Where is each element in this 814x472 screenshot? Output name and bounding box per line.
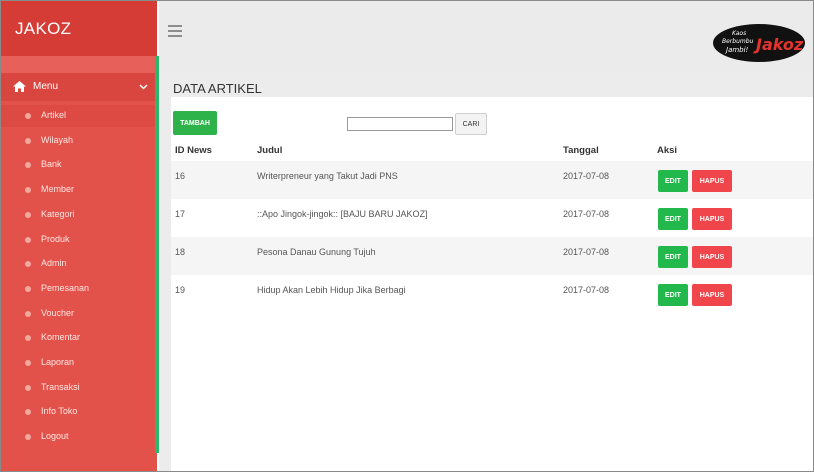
circle-icon (25, 360, 31, 366)
app-window: JAKOZ Menu Artikel Wilayah Bank Member Kateg… (0, 0, 814, 472)
delete-button[interactable]: HAPUS (692, 170, 732, 192)
home-icon (13, 81, 26, 92)
sidebar-item-label: Laporan (41, 357, 75, 367)
svg-text:Kaos: Kaos (732, 30, 746, 37)
sidebar-item-wilayah[interactable]: Wilayah (1, 130, 157, 152)
column-header-tanggal: Tanggal (563, 145, 599, 156)
main-content: DATA ARTIKEL TAMBAH CARI ID News Judul T… (159, 73, 813, 471)
sidebar-item-label: Logout (41, 431, 69, 442)
cell-tanggal: 2017-07-08 (563, 209, 610, 219)
sidebar-item-bank[interactable]: Bank (1, 154, 157, 176)
circle-icon (25, 211, 31, 218)
delete-button[interactable]: HAPUS (692, 284, 732, 306)
circle-icon (25, 162, 31, 169)
circle-icon (25, 113, 31, 119)
sidebar-item-admin[interactable]: Admin (1, 253, 157, 275)
articles-panel: TAMBAH CARI ID News Judul Tanggal Aksi 1… (171, 97, 813, 471)
add-article-button[interactable]: TAMBAH (173, 111, 217, 135)
cell-id: 19 (175, 285, 186, 295)
table-row: 16 Writerpreneur yang Takut Jadi PNS 2017-… (171, 161, 813, 199)
sidebar-item-label: Admin (41, 258, 67, 269)
sidebar-item-kategori[interactable]: Kategori (1, 204, 157, 226)
sidebar: JAKOZ Menu Artikel Wilayah Bank Member Kateg… (1, 1, 159, 471)
hamburger-menu-icon[interactable] (168, 25, 182, 37)
cell-tanggal: 2017-07-08 (563, 171, 610, 181)
search-button[interactable]: CARI (455, 113, 487, 135)
menu-label: Menu (33, 81, 59, 92)
cell-judul: ::Apo Jingok-jingok:: [BAJU BARU JAKOZ] (257, 209, 428, 219)
edit-button[interactable]: EDIT (658, 170, 688, 192)
chevron-down-icon (139, 84, 148, 90)
sidebar-item-artikel[interactable]: Artikel (1, 105, 157, 127)
sidebar-item-laporan[interactable]: Laporan (1, 352, 157, 374)
circle-icon (25, 236, 31, 243)
sidebar-item-info-toko[interactable]: Info Toko (1, 401, 157, 423)
column-header-judul: Judul (257, 145, 283, 156)
brand-name[interactable]: JAKOZ (15, 19, 71, 39)
sidebar-item-logout[interactable]: Logout (1, 426, 157, 448)
circle-icon (25, 310, 31, 317)
circle-icon (25, 137, 31, 144)
circle-icon (25, 335, 31, 342)
cell-judul: Pesona Danau Gunung Tujuh (257, 247, 376, 257)
sidebar-item-label: Artikel (41, 110, 67, 120)
sidebar-item-label: Komentar (41, 332, 81, 343)
brand-bar: JAKOZ (1, 1, 157, 56)
sidebar-item-produk[interactable]: Produk (1, 229, 157, 251)
topbar: Kaos Berbumbu Jambi! Jakoz (159, 1, 813, 73)
circle-icon (25, 285, 31, 292)
circle-icon (25, 384, 31, 391)
edit-button[interactable]: EDIT (658, 208, 688, 230)
sidebar-item-label: Wilayah (41, 134, 74, 145)
page-title: DATA ARTIKEL (173, 81, 262, 96)
jakoz-logo[interactable]: Kaos Berbumbu Jambi! Jakoz (712, 23, 806, 63)
circle-icon (25, 434, 31, 441)
sidebar-item-label: Info Toko (41, 406, 78, 417)
cell-tanggal: 2017-07-08 (563, 285, 610, 295)
table-row: 19 Hidup Akan Lebih Hidup Jika Berbagi 201… (171, 275, 813, 313)
search-input[interactable] (347, 117, 453, 131)
sidebar-item-label: Voucher (41, 307, 75, 318)
svg-text:Berbumbu: Berbumbu (722, 38, 754, 45)
table-row: 18 Pesona Danau Gunung Tujuh 2017-07-08 EDI… (171, 237, 813, 275)
edit-button[interactable]: EDIT (658, 284, 688, 306)
sidebar-item-label: Transaksi (41, 381, 80, 392)
sidebar-item-member[interactable]: Member (1, 179, 157, 201)
sidebar-item-label: Produk (41, 233, 70, 244)
cell-id: 17 (175, 209, 186, 219)
column-header-id: ID News (175, 145, 212, 156)
sidebar-item-pemesanan[interactable]: Pemesanan (1, 278, 157, 300)
delete-button[interactable]: HAPUS (692, 246, 732, 268)
sidebar-item-label: Pemesanan (41, 282, 90, 293)
svg-text:Jakoz: Jakoz (753, 35, 804, 54)
cell-id: 16 (175, 171, 186, 181)
sidebar-item-transaksi[interactable]: Transaksi (1, 377, 157, 399)
menu-toggle[interactable]: Menu (1, 73, 157, 101)
cell-tanggal: 2017-07-08 (563, 247, 610, 257)
sidebar-item-label: Member (41, 184, 75, 195)
sidebar-item-label: Kategori (41, 208, 75, 219)
sidebar-spacer (1, 56, 157, 73)
edit-button[interactable]: EDIT (658, 246, 688, 268)
sidebar-item-voucher[interactable]: Voucher (1, 303, 157, 325)
svg-text:Jambi!: Jambi! (724, 46, 749, 54)
delete-button[interactable]: HAPUS (692, 208, 732, 230)
sidebar-item-komentar[interactable]: Komentar (1, 327, 157, 349)
column-header-aksi: Aksi (657, 145, 678, 156)
table-row: 17::Apo Jingok-jingok:: [BAJU BARU JAKOZ… (171, 199, 813, 237)
circle-icon (25, 409, 31, 416)
circle-icon (25, 187, 31, 194)
sidebar-item-label: Bank (41, 159, 62, 170)
cell-judul: Writerpreneur yang Takut Jadi PNS (257, 171, 398, 181)
cell-id: 18 (175, 247, 186, 257)
cell-judul: Hidup Akan Lebih Hidup Jika Berbagi (257, 285, 406, 295)
circle-icon (25, 261, 31, 268)
